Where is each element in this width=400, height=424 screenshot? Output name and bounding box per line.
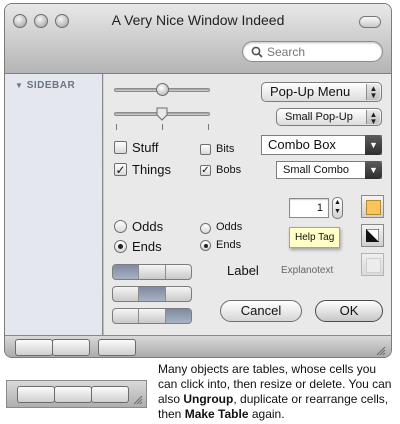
toolbar-toggle-button[interactable] (359, 16, 381, 28)
checkbox-stuff[interactable] (114, 141, 127, 154)
radio-odds-1[interactable] (114, 220, 127, 233)
radio-ends-2-label: Ends (216, 239, 242, 251)
main-window: A Very Nice Window Indeed Search ▼ SIDEB… (4, 3, 392, 358)
checkbox-bobs[interactable]: ✓ (200, 165, 211, 176)
checkbox-stuff-label: Stuff (132, 140, 159, 155)
note-make-table: Make Table (184, 407, 249, 421)
segment[interactable] (166, 287, 191, 301)
radio-ends-1[interactable] (114, 240, 127, 253)
search-field[interactable]: Search (242, 41, 383, 62)
checkbox-bits[interactable] (200, 144, 211, 155)
sample-bar-button[interactable] (54, 386, 92, 403)
bottom-bar-button[interactable] (52, 339, 90, 356)
minimize-window-button[interactable] (34, 14, 48, 28)
small-combo-box[interactable]: Small Combo ▼ (276, 161, 382, 179)
radio-ends-2[interactable] (200, 240, 211, 251)
segment[interactable] (113, 265, 140, 279)
bottom-bar-button[interactable] (15, 339, 53, 356)
swatch-black-white-icon (366, 229, 379, 242)
explanatory-text: Explanotext (281, 265, 334, 276)
popup-menu[interactable]: Pop-Up Menu ▲ ▼ (261, 82, 382, 102)
radio-odds-1-label: Odds (132, 219, 164, 234)
sidebar: ▼ SIDEBAR (5, 74, 103, 335)
small-popup[interactable]: Small Pop-Up ▲ ▼ (276, 108, 382, 126)
small-popup-label: Small Pop-Up (285, 111, 353, 123)
color-well-orange[interactable] (361, 195, 384, 218)
segment[interactable] (139, 287, 166, 301)
search-icon (251, 46, 263, 58)
slider-tick (162, 124, 163, 130)
swatch-empty (366, 258, 381, 273)
title-bar: A Very Nice Window Indeed Search (5, 4, 391, 74)
note-text-3: again. (248, 407, 285, 421)
label-text: Label (227, 263, 259, 278)
segment[interactable] (139, 265, 166, 279)
segment[interactable] (113, 287, 140, 301)
checkbox-bits-label: Bits (216, 143, 235, 155)
slider-1-knob[interactable] (156, 83, 169, 96)
search-placeholder: Search (267, 45, 306, 59)
segment[interactable] (165, 309, 191, 323)
swatch-orange (366, 200, 381, 215)
stepper[interactable]: ▲ ▼ (332, 197, 343, 219)
combo-chevron-down-icon[interactable]: ▼ (365, 135, 382, 155)
popup-menu-label: Pop-Up Menu (270, 84, 351, 99)
resize-grip-icon[interactable] (376, 346, 386, 356)
checkbox-bobs-label: Bobs (216, 164, 242, 176)
bottom-bar-button[interactable] (98, 339, 136, 356)
segment[interactable] (113, 309, 140, 323)
radio-odds-2[interactable] (200, 223, 211, 234)
small-combo-value: Small Combo (283, 164, 350, 176)
bottom-bar (5, 335, 391, 357)
color-well-bw[interactable] (361, 224, 384, 247)
resize-grip-icon[interactable] (133, 395, 143, 405)
cancel-button[interactable]: Cancel (220, 300, 302, 322)
window-title: A Very Nice Window Indeed (111, 12, 285, 28)
radio-ends-1-label: Ends (132, 239, 162, 254)
disclosure-triangle-icon: ▼ (15, 81, 24, 90)
number-field[interactable]: 1 (289, 198, 329, 218)
close-window-button[interactable] (13, 14, 27, 28)
ok-button[interactable]: OK (315, 300, 383, 322)
segment[interactable] (139, 309, 166, 323)
slider-tick (208, 124, 209, 130)
sample-bar-button[interactable] (91, 386, 129, 403)
checkbox-things-label: Things (132, 162, 172, 177)
segmented-control-1[interactable] (112, 264, 192, 280)
slider-tick (116, 124, 117, 130)
content-area: Pop-Up Menu ▲ ▼ Small Pop-Up ▲ ▼ Combo Box… (104, 74, 391, 335)
combo-box-value: Combo Box (268, 137, 336, 152)
sample-bottom-bar (6, 380, 147, 408)
popup-arrows-icon: ▲ ▼ (366, 84, 380, 100)
radio-odds-2-label: Odds (216, 221, 243, 233)
combo-chevron-down-icon[interactable]: ▼ (365, 161, 382, 179)
segmented-control-2[interactable] (112, 286, 192, 302)
sidebar-header-label: SIDEBAR (26, 80, 76, 91)
note-ungroup: Ungroup (183, 392, 234, 406)
combo-box[interactable]: Combo Box ▼ (261, 135, 382, 155)
color-well-disabled (361, 253, 384, 276)
segment[interactable] (166, 265, 191, 279)
sample-bar-button[interactable] (17, 386, 55, 403)
segmented-control-3[interactable] (112, 308, 192, 324)
instruction-note: Many objects are tables, whose cells you… (158, 362, 398, 422)
sidebar-header[interactable]: ▼ SIDEBAR (15, 80, 75, 91)
help-tag-tooltip: Help Tag (289, 227, 341, 248)
slider-2-knob[interactable] (156, 107, 168, 121)
popup-arrows-icon: ▲ ▼ (366, 110, 380, 126)
checkbox-things[interactable]: ✓ (114, 163, 127, 176)
